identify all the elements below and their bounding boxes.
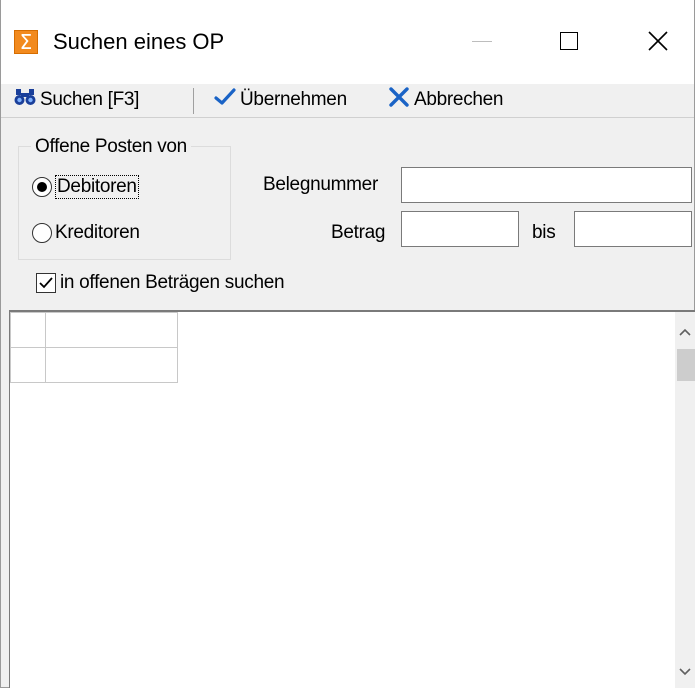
minimize-icon <box>472 40 492 42</box>
chevron-up-icon <box>679 328 691 336</box>
cancel-button[interactable]: Abbrechen <box>388 84 504 116</box>
bis-label: bis <box>532 222 556 243</box>
open-amounts-label: in offenen Beträgen suchen <box>60 272 285 293</box>
maximize-icon <box>560 32 578 50</box>
chevron-down-icon <box>679 668 691 676</box>
radio-circle <box>32 223 52 243</box>
checkmark-icon <box>39 277 53 289</box>
table-cell[interactable] <box>45 312 178 348</box>
cancel-button-label: Abbrechen <box>414 89 504 110</box>
toolbar-separator <box>193 88 194 114</box>
open-amounts-checkbox[interactable]: in offenen Beträgen suchen <box>36 269 285 297</box>
table-cell[interactable] <box>45 347 178 383</box>
table-row[interactable] <box>10 347 178 383</box>
belegnummer-label: Belegnummer <box>263 174 378 195</box>
title-bar: Σ Suchen eines OP <box>1 0 694 84</box>
minimize-button[interactable] <box>455 14 509 68</box>
results-grid[interactable] <box>9 310 695 688</box>
row-indicator-cell[interactable] <box>10 347 46 383</box>
betrag-label: Betrag <box>331 222 386 243</box>
table-row[interactable] <box>10 312 178 348</box>
checkbox-box <box>36 273 56 293</box>
toolbar-divider <box>1 117 694 118</box>
radio-debitoren-label: Debitoren <box>55 175 139 199</box>
window-title: Suchen eines OP <box>53 29 225 54</box>
radio-kreditoren[interactable]: Kreditoren <box>32 218 140 248</box>
x-icon <box>388 87 410 113</box>
dialog-window: Σ Suchen eines OP Suchen [F3] Übernehmen… <box>0 0 695 688</box>
binoculars-icon <box>14 87 36 113</box>
checkmark-icon <box>214 88 236 112</box>
scroll-down-button[interactable] <box>675 662 695 682</box>
sigma-icon: Σ <box>14 30 38 54</box>
search-button-label: Suchen [F3] <box>40 89 140 110</box>
toolbar: Suchen [F3] Übernehmen Abbrechen <box>1 84 694 116</box>
groupbox-title: Offene Posten von <box>31 136 191 158</box>
close-button[interactable] <box>631 14 685 68</box>
scroll-up-button[interactable] <box>675 322 695 342</box>
radio-selected-dot <box>37 182 47 192</box>
radio-debitoren[interactable]: Debitoren <box>32 172 139 202</box>
radio-circle <box>32 177 52 197</box>
row-indicator-cell[interactable] <box>10 312 46 348</box>
vertical-scrollbar[interactable] <box>675 312 695 688</box>
results-table <box>10 312 178 383</box>
accept-button[interactable]: Übernehmen <box>214 84 347 116</box>
belegnummer-input[interactable] <box>401 167 692 203</box>
radio-kreditoren-label: Kreditoren <box>55 222 140 243</box>
close-icon <box>648 31 668 51</box>
betrag-to-input[interactable] <box>574 211 692 247</box>
betrag-from-input[interactable] <box>401 211 519 247</box>
maximize-button[interactable] <box>542 14 596 68</box>
accept-button-label: Übernehmen <box>240 89 347 110</box>
scroll-thumb[interactable] <box>677 349 695 381</box>
search-button[interactable]: Suchen [F3] <box>14 84 139 116</box>
